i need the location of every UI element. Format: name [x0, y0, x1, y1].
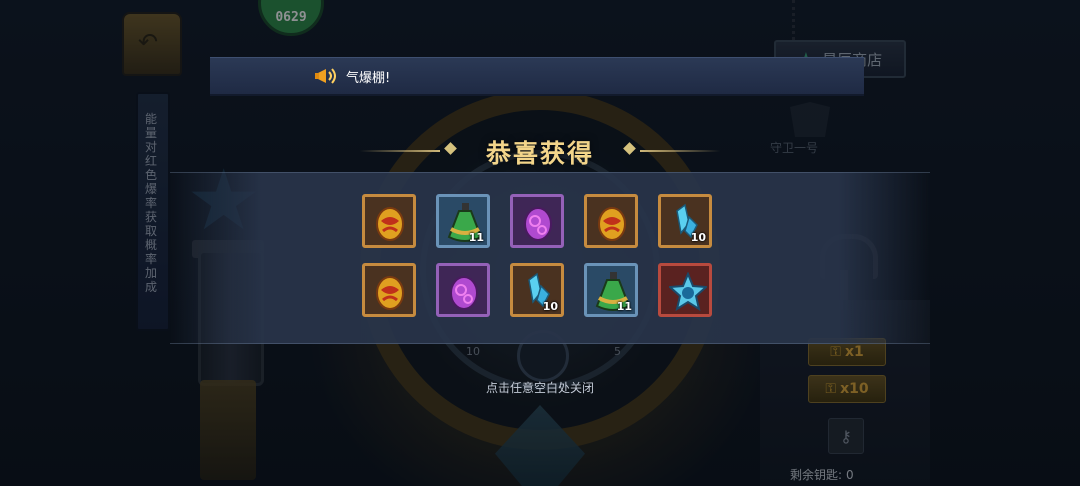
- reward-item-purple-egg[interactable]: [436, 263, 490, 317]
- notice-text: 气爆棚!: [346, 71, 391, 86]
- reward-item-golden-egg[interactable]: [584, 194, 638, 248]
- reward-title: 恭喜获得: [485, 139, 594, 168]
- close-hint: 点击任意空白处关闭: [485, 381, 594, 395]
- reward-item-count: 10: [690, 231, 706, 244]
- reward-item-blue-crystal[interactable]: 10: [658, 194, 712, 248]
- reward-item-count: 11: [468, 231, 484, 244]
- reward-item-blue-crystal[interactable]: 10: [510, 263, 564, 317]
- horn-icon: [314, 66, 340, 86]
- reward-item-green-potion[interactable]: 11: [584, 263, 638, 317]
- reward-item-blue-star-badge[interactable]: [658, 263, 712, 317]
- notice-strip: 气爆棚!: [210, 57, 864, 96]
- reward-item-count: 10: [542, 300, 558, 313]
- reward-item-count: 11: [616, 300, 632, 313]
- reward-item-golden-egg[interactable]: [362, 263, 416, 317]
- reward-title-band: 恭喜获得: [420, 128, 660, 172]
- reward-item-golden-egg[interactable]: [362, 194, 416, 248]
- reward-item-green-potion[interactable]: 11: [436, 194, 490, 248]
- reward-item-purple-egg[interactable]: [510, 194, 564, 248]
